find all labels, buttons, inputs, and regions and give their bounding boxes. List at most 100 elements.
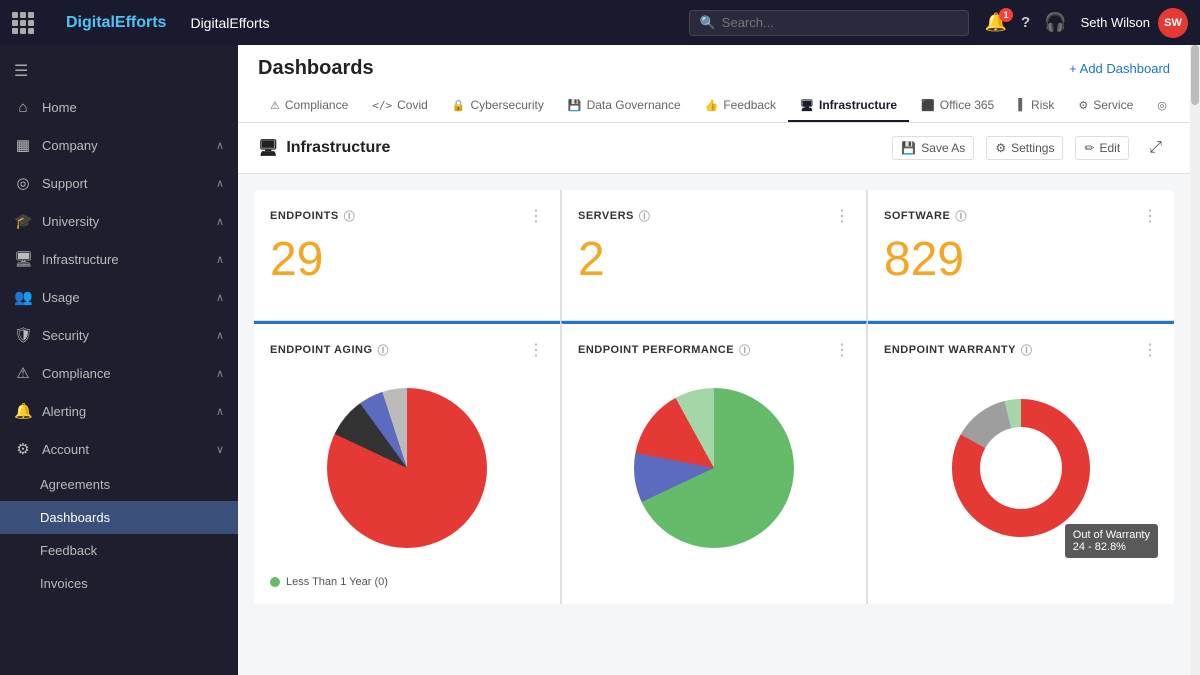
servers-value: 2: [578, 234, 850, 287]
sidebar-item-usage[interactable]: 👥 Usage ∧: [0, 278, 238, 316]
chevron-support: ∧: [216, 177, 224, 190]
servers-info-icon[interactable]: ⓘ: [639, 208, 651, 224]
save-as-icon: 💾: [901, 141, 916, 155]
infra-actions: 💾 Save As ⚙ Settings ✏ Edit ⤢: [892, 135, 1170, 161]
search-bar[interactable]: 🔍: [689, 10, 969, 36]
dash-header: Dashboards + Add Dashboard ⚠ Compliance …: [238, 45, 1190, 123]
servers-menu-icon[interactable]: ⋮: [834, 206, 850, 226]
sidebar-label-alerting: Alerting: [42, 404, 206, 419]
software-menu-icon[interactable]: ⋮: [1142, 206, 1158, 226]
sidebar-label-account: Account: [42, 442, 206, 457]
topbar-title: DigitalEfforts: [190, 15, 269, 31]
sidebar: ☰ ⌂ Home ▦ Company ∧ ◎ Support ∧ 🎓 Unive…: [0, 45, 238, 675]
tab-covid[interactable]: </> Covid: [360, 90, 440, 122]
support-icon: ◎: [14, 174, 32, 192]
tab-service[interactable]: ⚙ Service: [1066, 90, 1145, 122]
dashboards-label: Dashboards: [40, 510, 110, 525]
tab-infrastructure[interactable]: 🖥 Infrastructure: [788, 90, 909, 122]
endpoints-title: ENDPOINTS: [270, 210, 339, 222]
topbar-icons: 🔔 1 ? 🎧 Seth Wilson SW: [985, 8, 1188, 38]
office-tab-icon: ⬛: [921, 99, 935, 112]
chevron-infrastructure: ∧: [216, 253, 224, 266]
chevron-security: ∧: [216, 329, 224, 342]
tab-risk[interactable]: ▌ Risk: [1006, 90, 1066, 122]
tab-service-label: Service: [1093, 98, 1133, 112]
expand-button[interactable]: ⤢: [1141, 135, 1170, 161]
tab-covid-label: Covid: [397, 98, 428, 112]
tab-office365[interactable]: ⬛ Office 365: [909, 90, 1006, 122]
user-info[interactable]: Seth Wilson SW: [1081, 8, 1188, 38]
sidebar-item-alerting[interactable]: 🔔 Alerting ∧: [0, 392, 238, 430]
alerting-icon: 🔔: [14, 402, 32, 420]
software-title: SOFTWARE: [884, 210, 950, 222]
aging-menu-icon[interactable]: ⋮: [528, 340, 544, 360]
perf-pie: [634, 388, 794, 548]
sidebar-item-security[interactable]: 🛡 Security ∧: [0, 316, 238, 354]
card-endpoints: ENDPOINTS ⓘ ⋮ 29: [254, 190, 560, 320]
sidebar-subitem-feedback[interactable]: Feedback: [0, 534, 238, 567]
infrastructure-icon: 🖥: [14, 250, 32, 268]
help-button[interactable]: ?: [1021, 14, 1030, 31]
covid-tab-icon: </>: [372, 99, 392, 112]
sidebar-item-infrastructure[interactable]: 🖥 Infrastructure ∧: [0, 240, 238, 278]
sidebar-item-support[interactable]: ◎ Support ∧: [0, 164, 238, 202]
sidebar-toggle[interactable]: ☰: [0, 53, 238, 89]
endpoints-menu-icon[interactable]: ⋮: [528, 206, 544, 226]
scrollbar-thumb[interactable]: [1191, 45, 1199, 105]
sidebar-item-compliance[interactable]: ⚠ Compliance ∧: [0, 354, 238, 392]
sidebar-subitem-invoices[interactable]: Invoices: [0, 567, 238, 600]
user-name: Seth Wilson: [1081, 15, 1150, 30]
settings-button[interactable]: ⚙ Settings: [986, 136, 1063, 160]
warranty-menu-icon[interactable]: ⋮: [1142, 340, 1158, 360]
warranty-info-icon[interactable]: ⓘ: [1021, 342, 1033, 358]
sidebar-label-support: Support: [42, 176, 206, 191]
grid-apps[interactable]: [12, 12, 50, 34]
sidebar-item-university[interactable]: 🎓 University ∧: [0, 202, 238, 240]
sidebar-label-security: Security: [42, 328, 206, 343]
save-as-button[interactable]: 💾 Save As: [892, 136, 974, 160]
servers-title: SERVERS: [578, 210, 634, 222]
tabs-row: ⚠ Compliance </> Covid 🔒 Cybersecurity 💾…: [258, 90, 1170, 122]
sidebar-item-account[interactable]: ⚙ Account ∨: [0, 430, 238, 468]
endpoints-info-icon[interactable]: ⓘ: [344, 208, 356, 224]
tab-cyber-label: Cybersecurity: [471, 98, 544, 112]
page-title: Dashboards: [258, 57, 374, 80]
headset-button[interactable]: 🎧: [1044, 12, 1066, 33]
edit-button[interactable]: ✏ Edit: [1075, 136, 1129, 160]
software-info-icon[interactable]: ⓘ: [955, 208, 967, 224]
chevron-university: ∧: [216, 215, 224, 228]
tab-cybersecurity[interactable]: 🔒 Cybersecurity: [440, 90, 556, 122]
dash-title-row: Dashboards + Add Dashboard: [258, 57, 1170, 80]
aging-title: ENDPOINT AGING: [270, 344, 373, 356]
sidebar-label-company: Company: [42, 138, 206, 153]
perf-menu-icon[interactable]: ⋮: [834, 340, 850, 360]
tab-feedback[interactable]: 👍 Feedback: [693, 90, 788, 122]
sidebar-item-home[interactable]: ⌂ Home: [0, 89, 238, 126]
headset-icon: 🎧: [1044, 12, 1066, 33]
sidebar-subitem-agreements[interactable]: Agreements: [0, 468, 238, 501]
tab-data-governance[interactable]: 💾 Data Governance: [556, 90, 693, 122]
security-icon: 🛡: [14, 326, 32, 344]
aging-info-icon[interactable]: ⓘ: [378, 342, 390, 358]
layout: ☰ ⌂ Home ▦ Company ∧ ◎ Support ∧ 🎓 Unive…: [0, 45, 1200, 675]
warranty-chart: Out of Warranty 24 - 82.8%: [884, 368, 1158, 568]
sidebar-item-company[interactable]: ▦ Company ∧: [0, 126, 238, 164]
sidebar-label-usage: Usage: [42, 290, 206, 305]
company-icon: ▦: [14, 136, 32, 154]
feedback-tab-icon: 👍: [705, 99, 719, 112]
perf-info-icon[interactable]: ⓘ: [739, 342, 751, 358]
notification-bell[interactable]: 🔔 1: [985, 12, 1007, 33]
tab-compliance[interactable]: ⚠ Compliance: [258, 90, 360, 122]
scrollbar-track[interactable]: [1190, 45, 1200, 675]
brand-logo[interactable]: DigitalEfforts: [66, 14, 166, 32]
metric-cards-row: ENDPOINTS ⓘ ⋮ 29 SERVERS ⓘ ⋮ 2: [254, 190, 1174, 320]
apps-grid-icon[interactable]: [12, 12, 42, 34]
search-input[interactable]: [722, 15, 958, 30]
tab-office-label: Office 365: [940, 98, 994, 112]
sidebar-subitem-dashboards[interactable]: Dashboards: [0, 501, 238, 534]
tab-test-dashboard[interactable]: ◎ Test Dashboard: [1145, 90, 1170, 122]
add-dashboard-button[interactable]: + Add Dashboard: [1069, 61, 1170, 76]
expand-icon: ⤢: [1149, 139, 1162, 157]
sidebar-label-infrastructure: Infrastructure: [42, 252, 206, 267]
infra-tab-icon: 🖥: [800, 99, 814, 112]
